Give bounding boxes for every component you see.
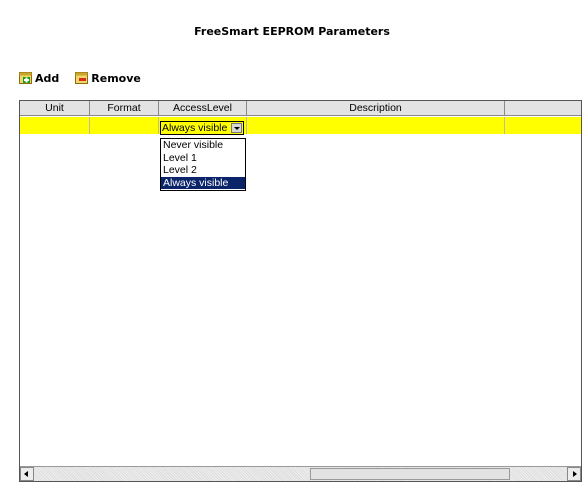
horizontal-scrollbar[interactable] <box>20 466 581 481</box>
add-button[interactable]: Add <box>19 71 60 85</box>
parameters-table: Unit Format AccessLevel Description Alwa… <box>19 100 582 482</box>
scrollbar-thumb[interactable] <box>310 468 510 480</box>
scroll-right-button[interactable] <box>567 467 581 481</box>
table-header: Unit Format AccessLevel Description <box>20 101 581 116</box>
arrow-left-icon <box>24 471 28 477</box>
cell-extra[interactable] <box>505 117 581 134</box>
access-level-selected-value: Always visible <box>162 122 228 134</box>
add-label: Add <box>35 71 60 85</box>
cell-description[interactable] <box>247 117 505 134</box>
column-header-extra[interactable] <box>505 101 581 116</box>
column-header-access-level[interactable]: AccessLevel <box>159 101 247 116</box>
toolbar: Add Remove <box>19 70 141 86</box>
option-never-visible[interactable]: Never visible <box>161 139 245 152</box>
access-level-select[interactable]: Always visible <box>160 121 244 135</box>
chevron-down-icon[interactable] <box>231 123 242 133</box>
arrow-right-icon <box>573 471 577 477</box>
scroll-left-button[interactable] <box>20 467 34 481</box>
option-level-2[interactable]: Level 2 <box>161 164 245 177</box>
remove-label: Remove <box>91 71 141 85</box>
cell-format[interactable] <box>90 117 159 134</box>
remove-button[interactable]: Remove <box>75 71 141 85</box>
remove-icon <box>75 71 89 85</box>
column-header-description[interactable]: Description <box>247 101 505 116</box>
page-title: FreeSmart EEPROM Parameters <box>194 25 390 38</box>
access-level-dropdown-list: Never visible Level 1 Level 2 Always vis… <box>160 138 246 191</box>
cell-unit[interactable] <box>20 117 90 134</box>
option-always-visible[interactable]: Always visible <box>161 176 245 189</box>
table-row[interactable] <box>20 117 581 134</box>
column-header-format[interactable]: Format <box>90 101 159 116</box>
add-icon <box>19 71 33 85</box>
column-header-unit[interactable]: Unit <box>20 101 90 116</box>
option-level-1[interactable]: Level 1 <box>161 152 245 165</box>
